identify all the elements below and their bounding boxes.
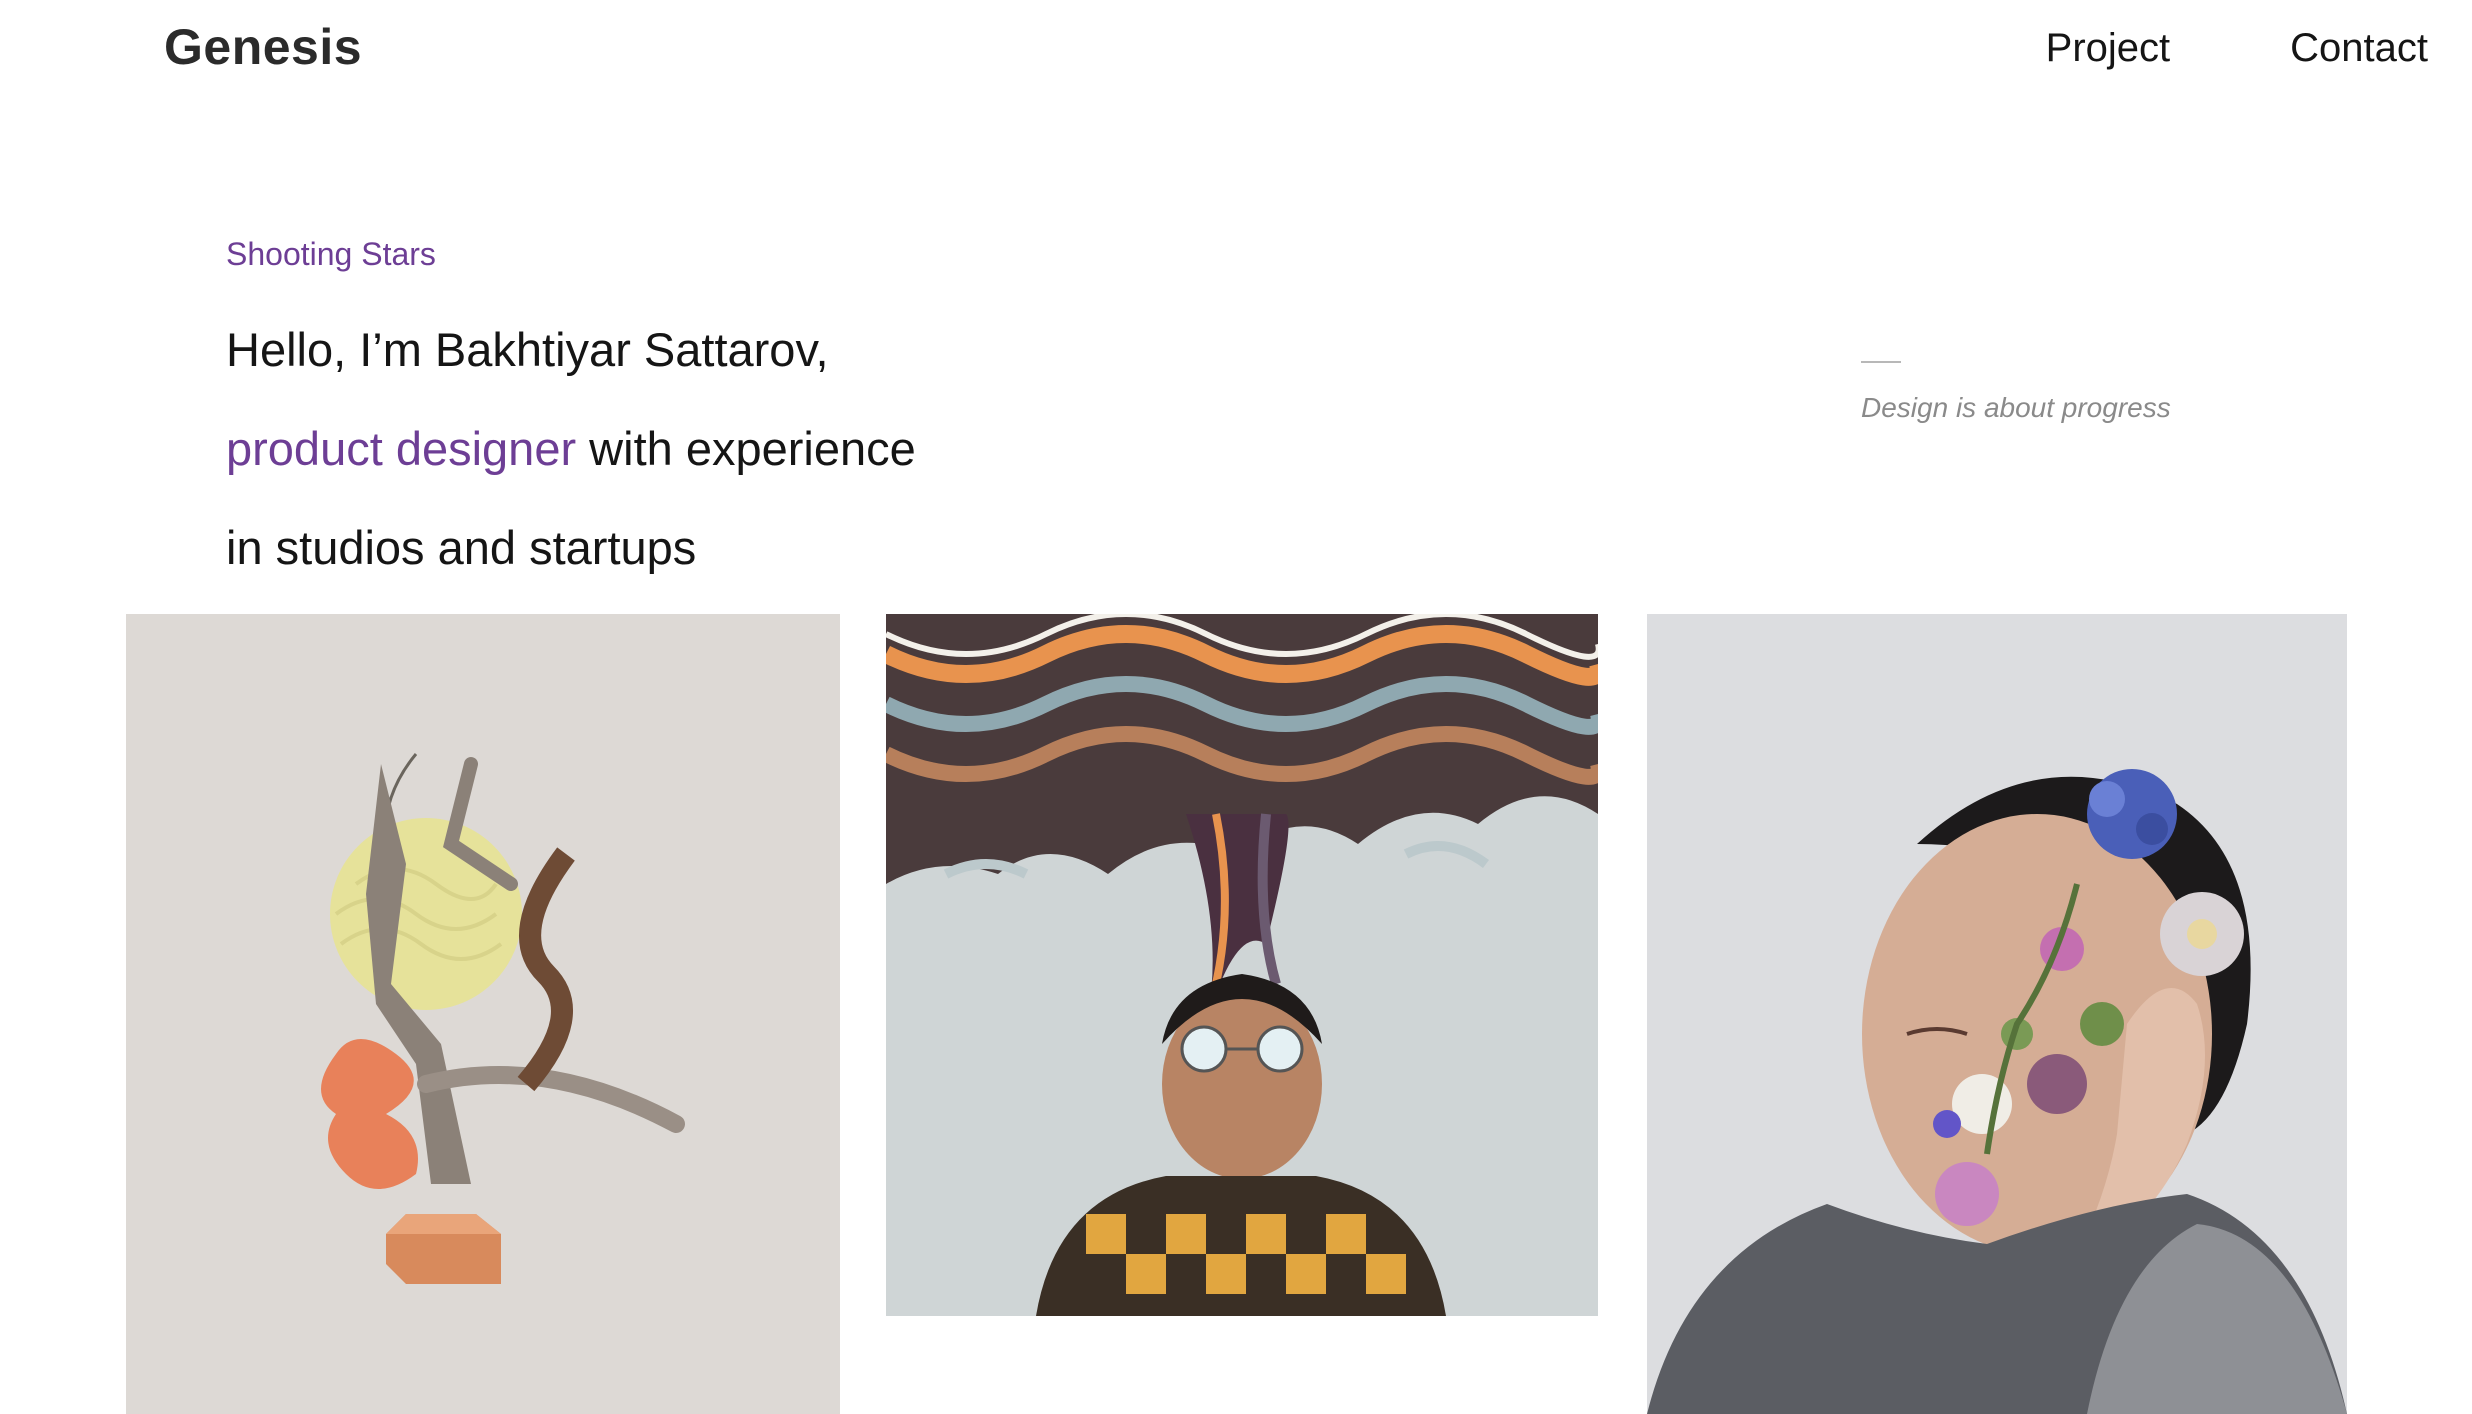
headline-line-2: product designer with experience <box>226 399 916 498</box>
tagline-divider <box>1861 361 1901 363</box>
nav-link-contact[interactable]: Contact <box>2290 26 2428 71</box>
headline-line-2-rest: with experience <box>576 422 916 475</box>
project-card-1[interactable] <box>126 614 840 1414</box>
headline-accent: product designer <box>226 422 577 475</box>
tagline: Design is about progress <box>1861 392 2171 423</box>
floral-face-portrait-icon <box>1647 614 2347 1414</box>
hero-eyebrow: Shooting Stars <box>226 236 436 272</box>
collage-dancer-illustration-icon <box>126 614 840 1414</box>
headline-line-1: Hello, I’m Bakhtiyar Sattarov, <box>226 323 829 376</box>
main-nav: Project Contact <box>2046 26 2428 71</box>
headline-line-3: in studios and startups <box>226 521 697 574</box>
logo[interactable]: Genesis <box>164 18 362 76</box>
man-with-wavy-hair-illustration-icon <box>886 614 1598 1316</box>
project-card-2[interactable] <box>886 614 1598 1316</box>
hero-headline: Hello, I’m Bakhtiyar Sattarov, product d… <box>226 300 916 597</box>
nav-link-project[interactable]: Project <box>2046 26 2171 71</box>
project-card-3[interactable] <box>1647 614 2347 1414</box>
